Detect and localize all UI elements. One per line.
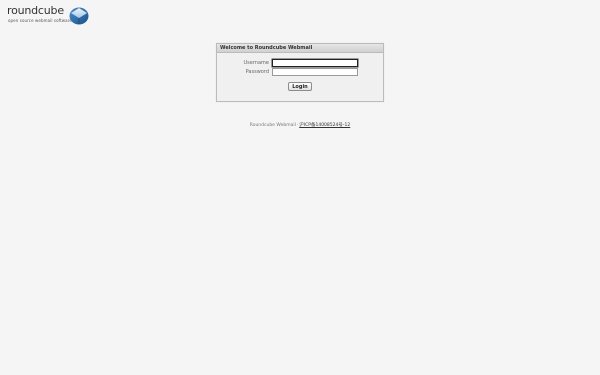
password-input[interactable] [272, 68, 358, 76]
roundcube-logo: roundcube open source webmail software [7, 4, 89, 25]
login-button[interactable]: Login [288, 82, 312, 91]
password-label: Password [245, 69, 269, 75]
footer-product: Roundcube Webmail [249, 123, 296, 128]
icp-license-link[interactable]: 沪ICP备14008524号-12 [299, 123, 350, 128]
username-input[interactable] [272, 59, 358, 67]
username-row: Username [217, 59, 383, 67]
login-title: Welcome to Roundcube Webmail [217, 44, 383, 53]
login-page: roundcube open source webmail software W… [0, 0, 600, 375]
logo-tagline: open source webmail software [8, 18, 72, 23]
roundcube-logo-icon [69, 7, 89, 25]
footer: Roundcube Webmail·沪ICP备14008524号-12 [0, 122, 600, 128]
login-form: Welcome to Roundcube Webmail Username Pa… [216, 43, 384, 102]
password-row: Password [217, 68, 383, 76]
logo-brand-text: roundcube [7, 4, 64, 17]
username-label: Username [243, 60, 270, 66]
